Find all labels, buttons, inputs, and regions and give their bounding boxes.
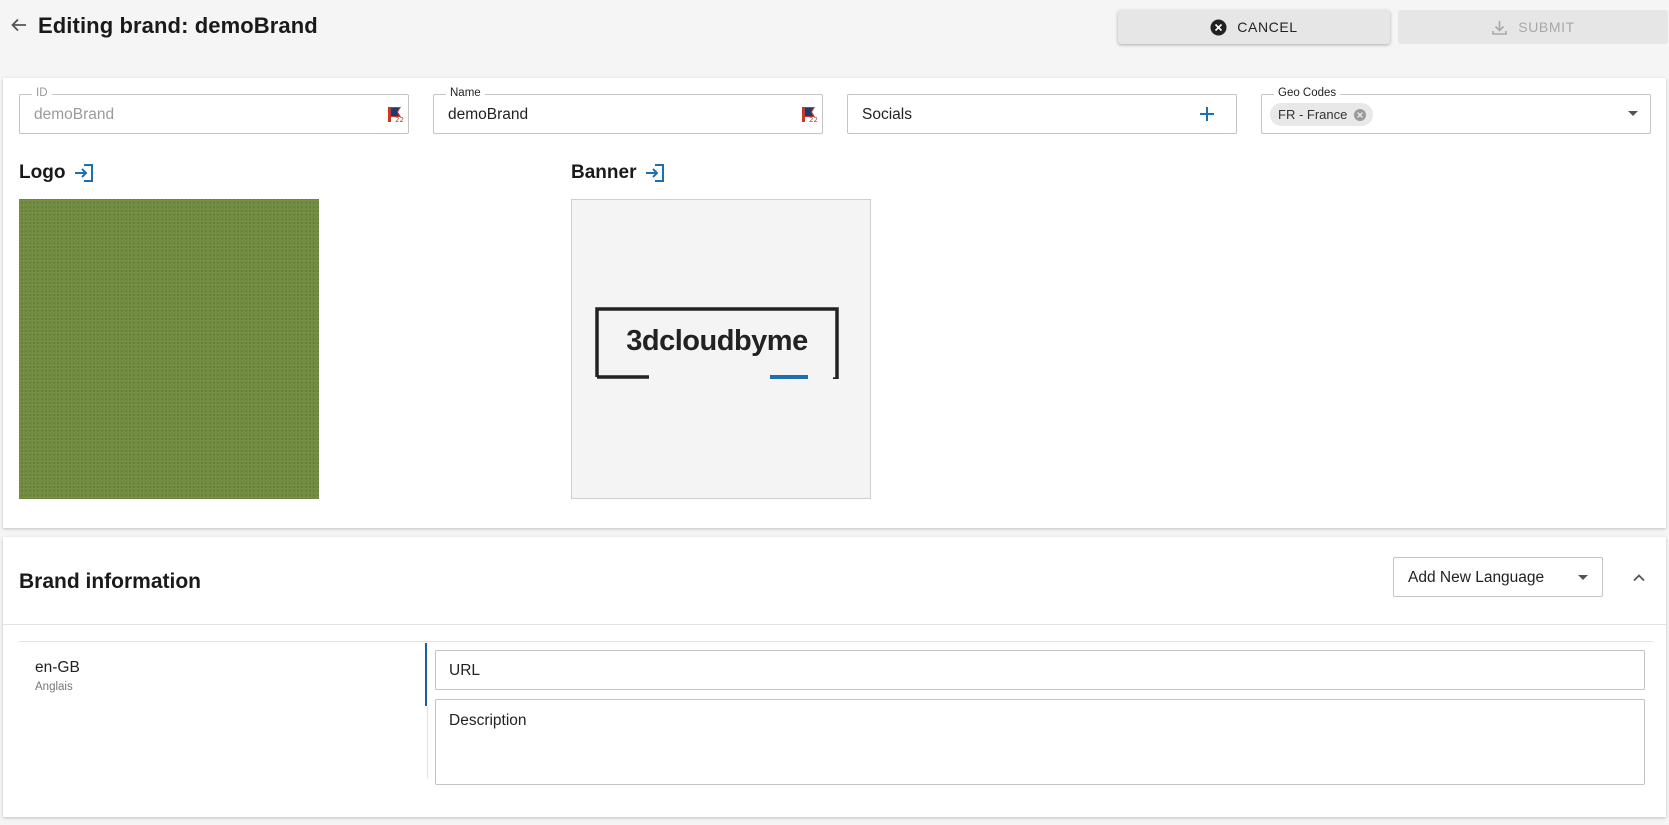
language-name: Anglais	[35, 681, 73, 693]
flag-icon: 22	[388, 107, 404, 123]
id-field[interactable]: ID demoBrand 22	[19, 87, 409, 134]
banner-label: Banner	[571, 162, 637, 183]
add-language-label: Add New Language	[1408, 569, 1545, 586]
back-arrow-icon	[11, 18, 26, 32]
divider	[3, 624, 1666, 625]
import-icon[interactable]	[73, 163, 95, 183]
logo-section-label: Logo	[19, 162, 95, 184]
download-icon	[1492, 20, 1508, 35]
dropdown-icon[interactable]	[1628, 111, 1638, 116]
plus-icon[interactable]	[1196, 103, 1218, 125]
brand-information-card: Brand information Add New Language en-GB…	[3, 537, 1666, 817]
language-code: en-GB	[35, 659, 80, 676]
dropdown-icon	[1578, 575, 1588, 580]
brand-information-title: Brand information	[19, 570, 201, 593]
submit-label: SUBMIT	[1518, 19, 1575, 35]
id-label: ID	[32, 87, 52, 99]
brand-general-card: ID demoBrand 22 Name demoBrand 22 Social…	[3, 78, 1666, 528]
chip-close-icon[interactable]	[1353, 108, 1367, 122]
banner-section-label: Banner	[571, 162, 666, 184]
flag-icon: 22	[802, 107, 818, 123]
divider	[427, 706, 428, 778]
page-header: Editing brand: demoBrand CANCEL SUBMIT	[0, 0, 1669, 56]
socials-placeholder: Socials	[862, 106, 912, 123]
url-input[interactable]: URL	[435, 650, 1645, 690]
name-field[interactable]: Name demoBrand 22	[433, 87, 823, 134]
svg-text:22: 22	[809, 116, 818, 123]
name-value: demoBrand	[448, 106, 529, 123]
cancel-button[interactable]: CANCEL	[1118, 10, 1390, 44]
add-language-select[interactable]: Add New Language	[1393, 557, 1603, 597]
geo-codes-field[interactable]: Geo Codes FR - France	[1261, 87, 1651, 134]
name-label: Name	[446, 87, 485, 99]
banner-image[interactable]: 3dcloudbyme	[571, 199, 871, 499]
import-icon[interactable]	[644, 163, 666, 183]
banner-logo-text: 3dcloudbyme	[626, 325, 808, 357]
chevron-up-icon[interactable]	[1629, 570, 1649, 586]
geo-code-chip-label: FR - France	[1278, 107, 1348, 122]
page-title: Editing brand: demoBrand	[38, 13, 318, 38]
socials-field[interactable]: Socials	[847, 94, 1237, 134]
logo-label: Logo	[19, 162, 66, 183]
svg-text:22: 22	[395, 116, 404, 123]
banner-logo: 3dcloudbyme	[595, 307, 839, 379]
geo-codes-label: Geo Codes	[1274, 87, 1341, 99]
description-input[interactable]: Description	[435, 699, 1645, 785]
divider	[19, 641, 1653, 642]
language-item-en-gb[interactable]: en-GB Anglais	[19, 643, 427, 706]
back-button[interactable]	[6, 12, 32, 38]
cancel-label: CANCEL	[1237, 19, 1298, 35]
cancel-circle-icon	[1210, 19, 1227, 35]
id-value: demoBrand	[34, 106, 115, 123]
submit-button[interactable]: SUBMIT	[1398, 10, 1668, 44]
geo-code-chip[interactable]: FR - France	[1270, 103, 1374, 126]
logo-image[interactable]	[19, 199, 319, 499]
